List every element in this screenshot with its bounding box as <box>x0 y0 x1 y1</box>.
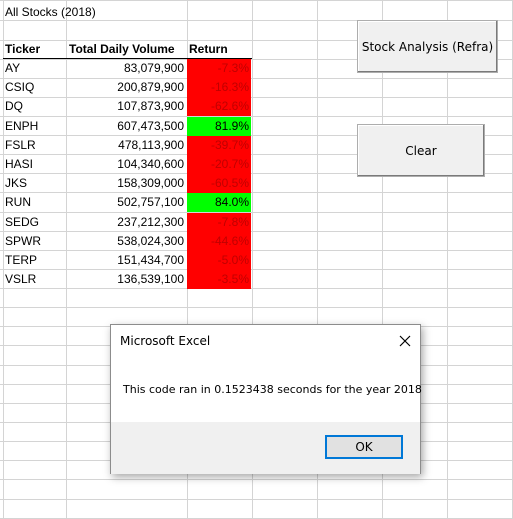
cell-ticker[interactable]: SEDG <box>5 213 65 232</box>
cell-return[interactable]: -16.3% <box>187 78 251 97</box>
cell-volume[interactable]: 107,873,900 <box>66 97 185 116</box>
cell-ticker[interactable]: DQ <box>5 97 65 116</box>
cell-ticker[interactable]: TERP <box>5 251 65 270</box>
clear-button[interactable]: Clear <box>357 124 485 177</box>
cell-volume[interactable]: 502,757,100 <box>66 193 185 212</box>
cell-ticker[interactable]: JKS <box>5 174 65 193</box>
stock-analysis-button[interactable]: Stock Analysis (Refra) <box>357 20 498 73</box>
cell-ticker[interactable]: RUN <box>5 193 65 212</box>
cell-ticker[interactable]: CSIQ <box>5 78 65 97</box>
cell-return[interactable]: -3.5% <box>187 270 251 289</box>
dialog-title: Microsoft Excel <box>120 334 211 348</box>
gridline-horizontal <box>0 0 513 1</box>
sheet-title[interactable]: All Stocks (2018) <box>5 3 96 22</box>
header-volume[interactable]: Total Daily Volume <box>69 40 187 59</box>
gridline-vertical <box>447 0 448 519</box>
gridline-vertical <box>3 0 4 519</box>
cell-volume[interactable]: 237,212,300 <box>66 213 185 232</box>
cell-return[interactable]: -62.6% <box>187 97 251 116</box>
cell-ticker[interactable]: FSLR <box>5 136 65 155</box>
cell-volume[interactable]: 83,079,900 <box>66 59 185 78</box>
cell-volume[interactable]: 478,113,900 <box>66 136 185 155</box>
dialog-message: This code ran in 0.1523438 seconds for t… <box>123 383 422 396</box>
cell-volume[interactable]: 607,473,500 <box>66 117 185 136</box>
cell-ticker[interactable]: HASI <box>5 155 65 174</box>
gridline-horizontal <box>0 307 513 308</box>
header-return[interactable]: Return <box>189 40 251 59</box>
close-icon[interactable] <box>395 331 415 351</box>
message-dialog: Microsoft Excel This code ran in 0.15234… <box>110 324 422 474</box>
cell-volume[interactable]: 151,434,700 <box>66 251 185 270</box>
cell-return[interactable]: -7.3% <box>187 59 251 78</box>
cell-ticker[interactable]: VSLR <box>5 270 65 289</box>
cell-volume[interactable]: 200,879,900 <box>66 78 185 97</box>
gridline-horizontal <box>0 479 513 480</box>
cell-ticker[interactable]: ENPH <box>5 117 65 136</box>
ok-button[interactable]: OK <box>325 435 403 459</box>
cell-volume[interactable]: 136,539,100 <box>66 270 185 289</box>
header-ticker[interactable]: Ticker <box>5 40 65 59</box>
cell-ticker[interactable]: SPWR <box>5 232 65 251</box>
cell-return[interactable]: -5.0% <box>187 251 251 270</box>
cell-volume[interactable]: 104,340,600 <box>66 155 185 174</box>
cell-volume[interactable]: 158,309,000 <box>66 174 185 193</box>
cell-return[interactable]: -7.8% <box>187 213 251 232</box>
cell-return[interactable]: -44.6% <box>187 232 251 251</box>
gridline-horizontal <box>0 499 513 500</box>
cell-volume[interactable]: 538,024,300 <box>66 232 185 251</box>
dialog-footer: OK <box>111 422 420 474</box>
cell-ticker[interactable]: AY <box>5 59 65 78</box>
cell-return[interactable]: 81.9% <box>187 117 251 136</box>
cell-return[interactable]: -60.5% <box>187 174 251 193</box>
cell-return[interactable]: -39.7% <box>187 136 251 155</box>
cell-return[interactable]: -20.7% <box>187 155 251 174</box>
cell-return[interactable]: 84.0% <box>187 193 251 212</box>
